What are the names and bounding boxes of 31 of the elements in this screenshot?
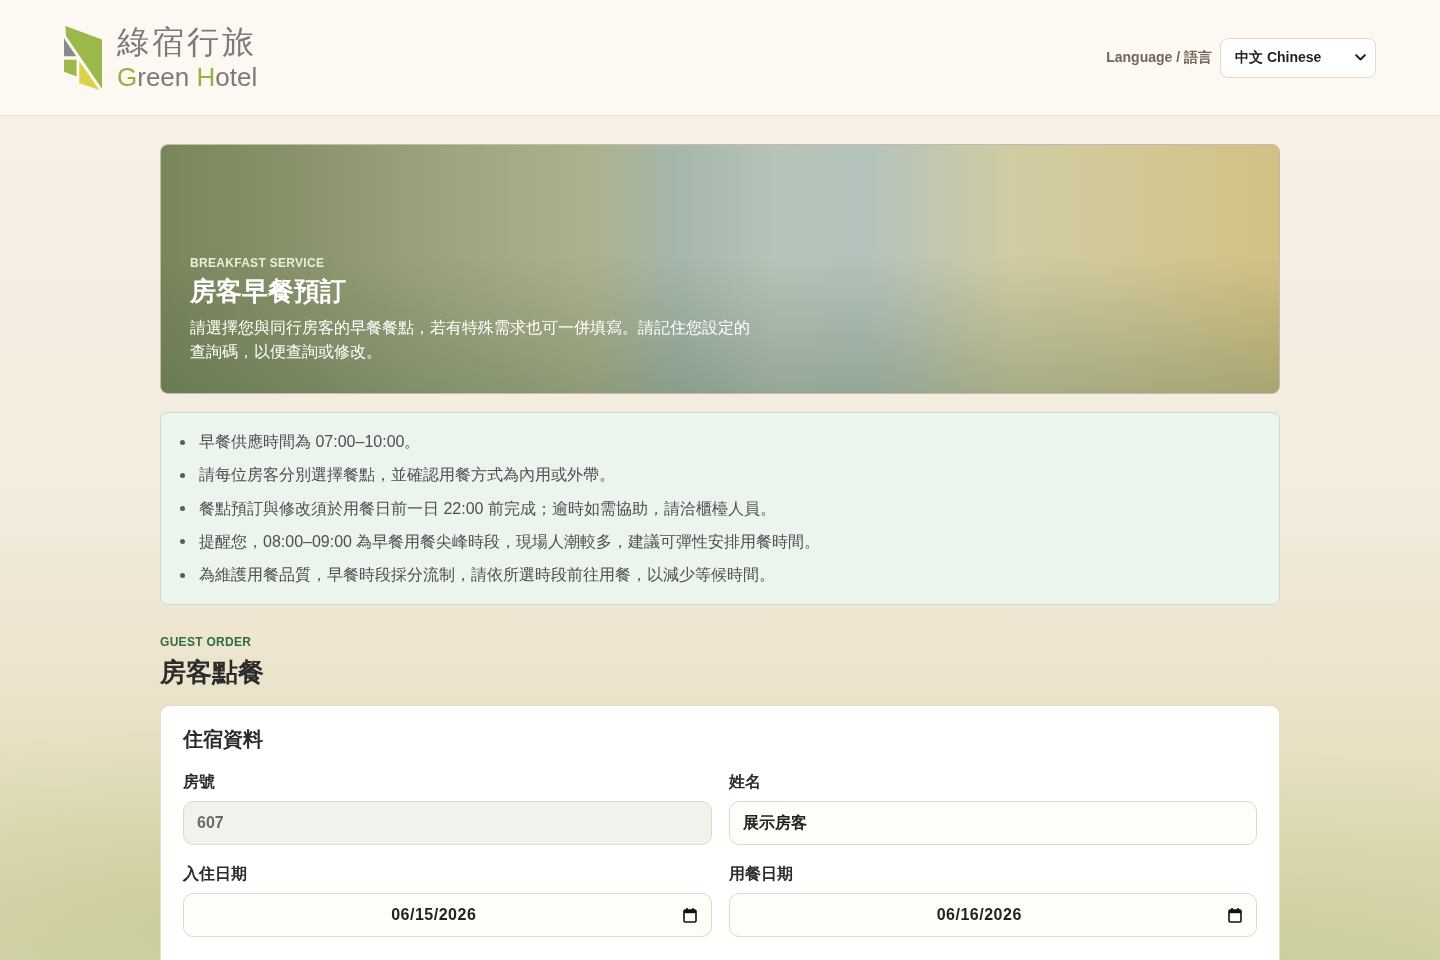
language-label: Language / 語言 xyxy=(1106,48,1212,67)
brand-name-english: Green Hotel xyxy=(117,63,258,90)
date-field[interactable]: 06/15/2026 xyxy=(183,893,712,938)
notice-text: 餐點預訂與修改須於用餐日前一日 22:00 前完成；逾時如需協助，請洽櫃檯人員。 xyxy=(199,498,776,519)
bullet-icon xyxy=(180,472,185,478)
field-label: 入住日期 xyxy=(183,864,248,885)
brand-name: 綠宿行旅 xyxy=(117,25,258,58)
section-eyebrow: GUEST ORDER xyxy=(160,635,253,650)
calendar-icon[interactable] xyxy=(1228,908,1242,924)
language-select[interactable]: 中文 Chinese xyxy=(1220,37,1376,78)
input-field[interactable]: 展示房客 xyxy=(728,801,1257,846)
hero-title: 房客早餐預訂 xyxy=(190,275,347,308)
field-label: 用餐日期 xyxy=(728,864,794,885)
bullet-icon xyxy=(180,572,185,578)
form-section-title: 住宿資料 xyxy=(183,727,264,752)
notice-text: 提醒您，08:00–09:00 為早餐用餐尖峰時段，現場人潮較多，建議可彈性安排用餐時間。 xyxy=(199,531,821,552)
field-label: 房號 xyxy=(183,772,216,793)
chevron-down-icon xyxy=(1355,54,1366,61)
field-label: 姓名 xyxy=(728,772,762,793)
logo-icon xyxy=(64,25,102,90)
notice-text: 早餐供應時間為 07:00–10:00。 xyxy=(199,432,421,452)
notice-text: 為維護用餐品質，早餐時段採分流制，請依所選時段前往用餐，以減少等候時間。 xyxy=(199,565,775,586)
bullet-icon xyxy=(180,439,185,445)
notice-text: 請每位房客分別選擇餐點，並確認用餐方式為內用或外帶。 xyxy=(199,465,615,486)
hero-eyebrow: BREAKFAST SERVICE xyxy=(190,255,326,271)
date-field[interactable]: 06/16/2026 xyxy=(728,893,1257,938)
calendar-icon[interactable] xyxy=(682,908,697,924)
bullet-icon xyxy=(180,539,185,545)
hero-description: 請選擇您與同行房客的早餐餐點，若有特殊需求也可一併填寫。請記住您設定的查詢碼，以便查詢或修改。 xyxy=(190,318,751,362)
bullet-icon xyxy=(180,506,185,512)
section-title: 房客點餐 xyxy=(160,656,265,690)
